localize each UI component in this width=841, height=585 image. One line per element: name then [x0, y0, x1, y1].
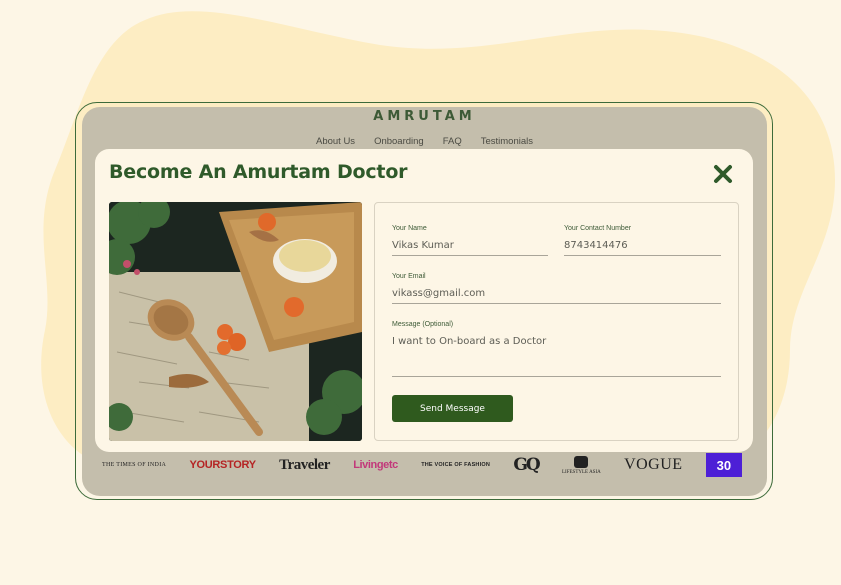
ayurveda-photo — [109, 202, 362, 441]
contact-number-input[interactable]: 8743414476 — [564, 240, 721, 256]
nav-onboarding[interactable]: Onboarding — [374, 136, 424, 147]
contact-number-label: Your Contact Number — [564, 225, 632, 232]
logo-lifestyle-asia: LIFESTYLE ASIA — [561, 455, 601, 475]
message-label: Message (Optional) — [392, 321, 454, 328]
name-label: Your Name — [392, 225, 427, 232]
modal-title: Become An Amurtam Doctor — [109, 161, 408, 183]
nav-testimonials[interactable]: Testimonials — [481, 136, 533, 147]
nav-faq[interactable]: FAQ — [443, 136, 462, 147]
top-nav: About Us Onboarding FAQ Testimonials — [82, 136, 767, 147]
name-input[interactable]: Vikas Kumar — [392, 240, 548, 256]
press-logos: THE TIMES OF INDIA YOURSTORY Traveler Li… — [102, 452, 742, 478]
lifestyle-asia-mark-icon — [574, 455, 589, 468]
logo-livingetc: Livingetc — [353, 459, 398, 471]
email-input[interactable]: vikass@gmail.com — [392, 288, 721, 304]
lifestyle-asia-text: LIFESTYLE ASIA — [561, 469, 601, 475]
logo-voice-of-fashion: THE VOICE OF FASHION — [421, 462, 490, 468]
logo-traveler: Traveler — [279, 456, 330, 473]
logo-vogue: VOGUE — [624, 456, 683, 473]
nav-about-us[interactable]: About Us — [316, 136, 355, 147]
email-label: Your Email — [392, 273, 426, 280]
message-textarea[interactable]: I want to On-board as a Doctor — [392, 336, 721, 377]
logo-times-of-india: THE TIMES OF INDIA — [102, 462, 167, 468]
message-field[interactable]: Message (Optional) I want to On-board as… — [392, 321, 721, 377]
brand-logo[interactable]: AMRUTAM — [82, 109, 767, 124]
close-icon[interactable] — [713, 164, 733, 184]
logo-yourstory: YOURSTORY — [189, 459, 256, 471]
doctor-signup-modal: Become An Amurtam Doctor Your Name Vikas… — [95, 149, 753, 452]
name-field[interactable]: Your Name Vikas Kumar — [392, 225, 548, 256]
logo-30-badge: 30 — [705, 453, 742, 477]
send-message-button[interactable]: Send Message — [392, 395, 513, 422]
contact-number-field[interactable]: Your Contact Number 8743414476 — [564, 225, 721, 256]
logo-gq: GQ — [513, 455, 540, 475]
email-field[interactable]: Your Email vikass@gmail.com — [392, 273, 721, 304]
contact-form: Your Name Vikas Kumar Your Contact Numbe… — [374, 202, 739, 441]
